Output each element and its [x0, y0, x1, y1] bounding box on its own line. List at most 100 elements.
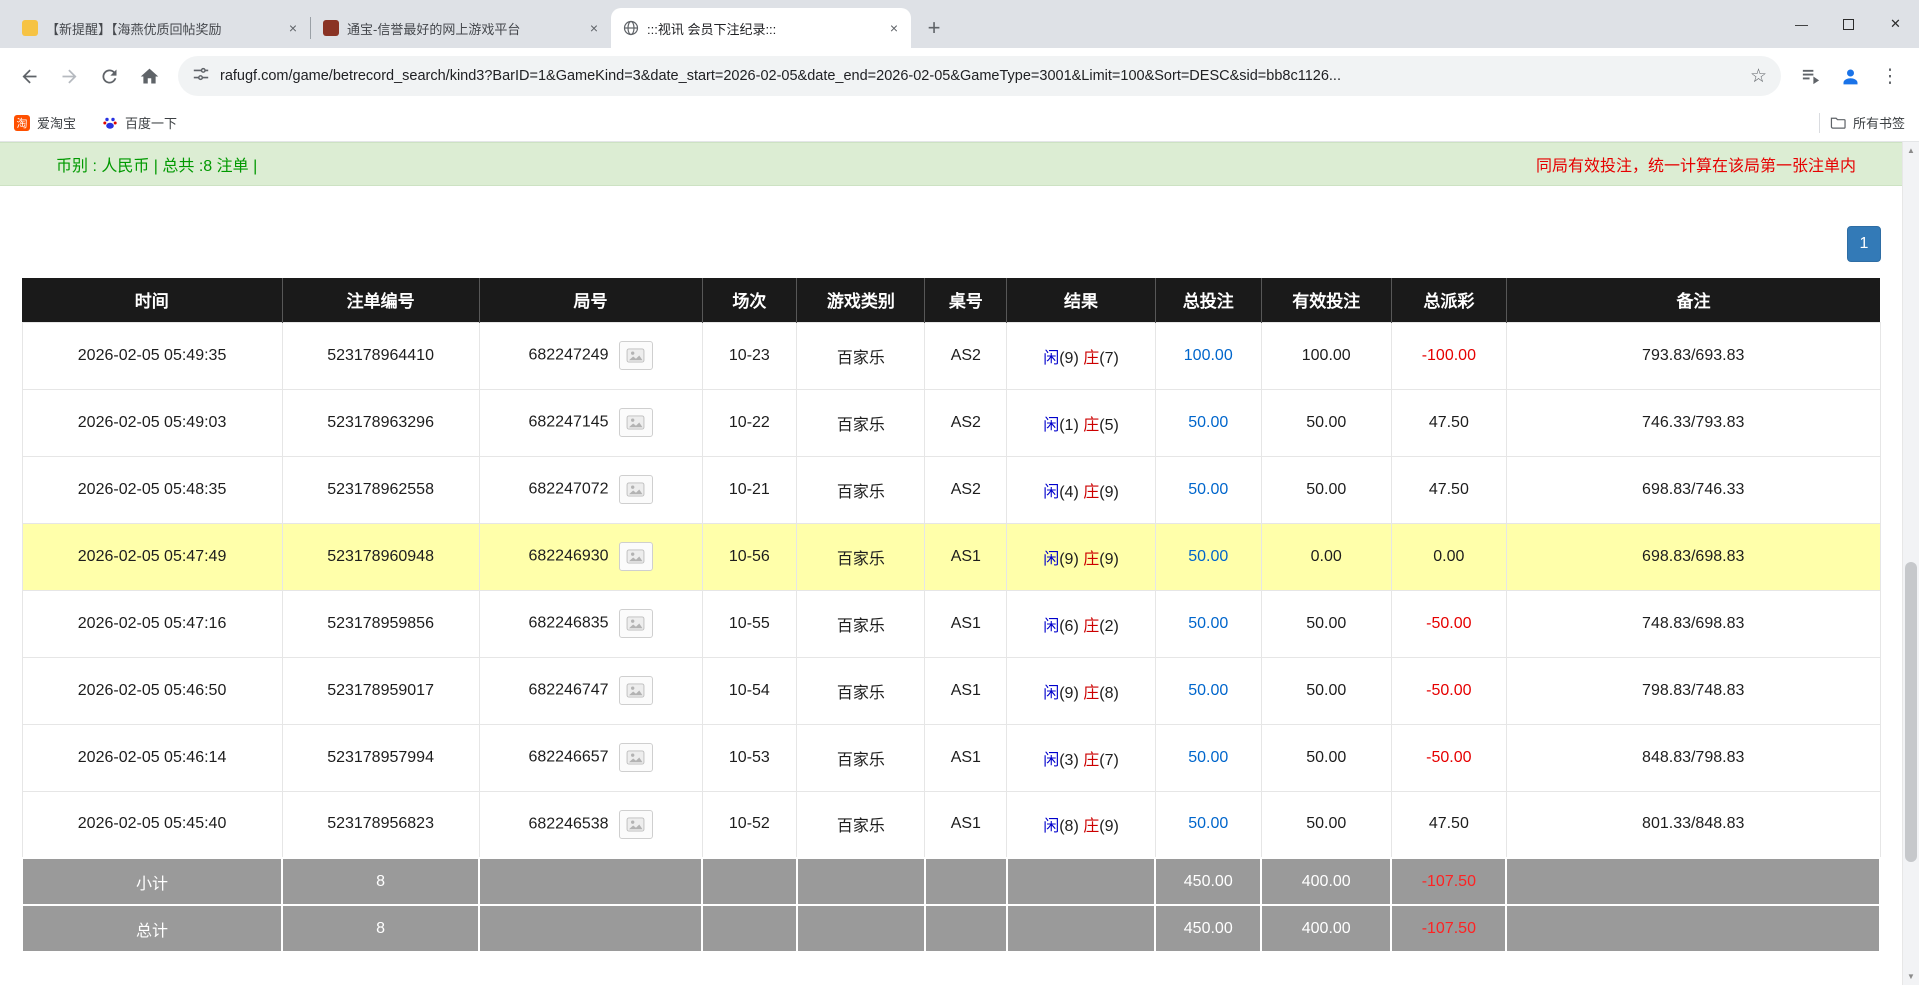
- replay-image-button[interactable]: [618, 743, 653, 772]
- cell-round-id: 682246930: [478, 522, 703, 591]
- total-bet-link[interactable]: 50.00: [1188, 815, 1228, 832]
- replay-image-button[interactable]: [618, 809, 653, 839]
- table-row: 2026-02-05 05:45:40 523178956823 682246538…: [21, 790, 1881, 859]
- cell-total-bet: 50.00: [1154, 656, 1262, 725]
- media-controls-icon[interactable]: [1791, 57, 1829, 95]
- baidu-paw-icon: [102, 115, 118, 131]
- result-banker-label: 庄: [1083, 349, 1100, 367]
- replay-image-button[interactable]: [618, 341, 653, 370]
- cell-round-id: 682247145: [478, 388, 703, 457]
- scroll-down-button[interactable]: ▼: [1903, 968, 1919, 985]
- close-window-button[interactable]: ✕: [1872, 0, 1919, 48]
- round-id-text: 682246930: [528, 547, 609, 565]
- cell-time: 2026-02-05 05:46:50: [21, 656, 283, 725]
- forward-button[interactable]: [50, 57, 88, 95]
- result-player-label: 闲: [1043, 550, 1060, 568]
- bookmark-item-taobao[interactable]: 淘 爱淘宝: [14, 113, 76, 132]
- home-button[interactable]: [130, 57, 168, 95]
- round-id-text: 682247072: [528, 480, 609, 498]
- scroll-up-button[interactable]: ▲: [1903, 142, 1919, 159]
- vertical-scrollbar[interactable]: ▲ ▼: [1902, 142, 1919, 985]
- menu-icon[interactable]: ⋮: [1871, 57, 1909, 95]
- total-bet-link[interactable]: 50.00: [1188, 481, 1228, 498]
- total-row: 总计 8 450.00 400.00 -107.50: [20, 904, 1881, 953]
- cell-valid-bet: 100.00: [1260, 321, 1392, 390]
- browser-toolbar: rafugf.com/game/betrecord_search/kind3?B…: [0, 48, 1919, 104]
- all-bookmarks-label: 所有书签: [1852, 116, 1905, 131]
- replay-image-button[interactable]: [618, 408, 653, 437]
- cell-payout: 47.50: [1390, 790, 1507, 859]
- table-row: 2026-02-05 05:46:14 523178957994 682246657…: [21, 723, 1881, 792]
- cell-game-type: 百家乐: [796, 790, 926, 859]
- replay-image-button[interactable]: [618, 609, 653, 638]
- result-banker-label: 庄: [1083, 483, 1100, 501]
- replay-image-button[interactable]: [618, 676, 653, 705]
- table-row: 2026-02-05 05:49:03 523178963296 682247145…: [21, 388, 1881, 457]
- round-id-text: 682246657: [528, 748, 609, 766]
- tab-close-icon[interactable]: ×: [585, 19, 603, 37]
- total-bet-link[interactable]: 50.00: [1188, 615, 1228, 632]
- cell-game-type: 百家乐: [796, 656, 926, 725]
- tab-close-icon[interactable]: ×: [284, 19, 302, 37]
- tab-2[interactable]: 通宝-信誉最好的网上游戏平台 ×: [311, 8, 611, 48]
- tab-close-icon[interactable]: ×: [885, 19, 903, 37]
- cell-time: 2026-02-05 05:46:14: [21, 723, 283, 792]
- bookmark-item-baidu[interactable]: 百度一下: [102, 113, 177, 132]
- profile-icon[interactable]: [1831, 57, 1869, 95]
- result-banker-score: (9): [1099, 550, 1119, 568]
- page-content: 币别 : 人民币 | 总共 :8 注单 | 同局有效投注，统一计算在该局第一张注…: [0, 142, 1902, 985]
- total-bet-link[interactable]: 50.00: [1188, 414, 1228, 431]
- cell-session: 10-23: [701, 321, 798, 390]
- home-icon: [140, 68, 158, 83]
- result-banker-label: 庄: [1083, 818, 1100, 836]
- all-bookmarks-button[interactable]: 所有书签: [1830, 113, 1905, 132]
- pagination-page-1-button[interactable]: 1: [1847, 226, 1881, 262]
- footer-cell: [1505, 904, 1881, 953]
- back-button[interactable]: [10, 57, 48, 95]
- footer-cell: [795, 857, 926, 906]
- table-row: 2026-02-05 05:47:49 523178960948 682246930…: [21, 522, 1881, 591]
- footer-cell: 400.00: [1260, 857, 1393, 906]
- tab-2-favicon-site-icon: [323, 20, 339, 36]
- scroll-thumb[interactable]: [1905, 562, 1917, 862]
- cell-result: 闲(3) 庄(7): [1006, 723, 1156, 792]
- cell-round-id: 682246657: [478, 723, 703, 792]
- cell-remark: 748.83/698.83: [1505, 589, 1881, 658]
- round-id-text: 682247145: [528, 413, 609, 431]
- total-bet-link[interactable]: 50.00: [1188, 548, 1228, 565]
- bookmark-star-icon[interactable]: ☆: [1750, 67, 1767, 86]
- tab-1[interactable]: 【新提醒】【海燕优质回帖奖励 ×: [10, 8, 310, 48]
- cell-bet-id: 523178962558: [281, 455, 480, 524]
- result-player-label: 闲: [1043, 349, 1060, 367]
- address-bar[interactable]: rafugf.com/game/betrecord_search/kind3?B…: [178, 56, 1781, 96]
- cell-result: 闲(9) 庄(8): [1006, 656, 1156, 725]
- cell-payout: -50.00: [1390, 723, 1507, 792]
- cell-bet-id: 523178957994: [281, 723, 480, 792]
- result-banker-score: (9): [1099, 818, 1119, 836]
- cell-total-bet: 50.00: [1154, 522, 1262, 591]
- total-bet-link[interactable]: 100.00: [1184, 347, 1233, 364]
- round-id-text: 682247249: [528, 346, 609, 364]
- maximize-button[interactable]: [1825, 0, 1872, 48]
- footer-cell: 8: [281, 904, 481, 953]
- minimize-button[interactable]: —: [1778, 0, 1825, 48]
- cell-total-bet: 50.00: [1154, 388, 1262, 457]
- footer-cell: [478, 904, 703, 953]
- new-tab-button[interactable]: +: [919, 13, 949, 43]
- tab-3-active[interactable]: :::视讯 会员下注纪录::: ×: [611, 8, 911, 48]
- total-bet-link[interactable]: 50.00: [1188, 749, 1228, 766]
- footer-cell: 总计: [20, 904, 284, 953]
- replay-image-button[interactable]: [618, 542, 653, 571]
- cell-table-no: AS1: [924, 656, 1008, 725]
- refresh-button[interactable]: [90, 57, 128, 95]
- replay-image-button[interactable]: [618, 475, 653, 504]
- footer-cell: 8: [281, 857, 481, 906]
- footer-cell: [701, 904, 798, 953]
- cell-table-no: AS2: [924, 455, 1008, 524]
- refresh-icon: [101, 68, 116, 83]
- cell-time: 2026-02-05 05:49:35: [21, 321, 283, 390]
- site-settings-icon[interactable]: [192, 65, 210, 88]
- result-player-label: 闲: [1043, 483, 1060, 501]
- total-bet-link[interactable]: 50.00: [1188, 682, 1228, 699]
- browser-chrome: 【新提醒】【海燕优质回帖奖励 × 通宝-信誉最好的网上游戏平台 × :::视讯 …: [0, 0, 1919, 142]
